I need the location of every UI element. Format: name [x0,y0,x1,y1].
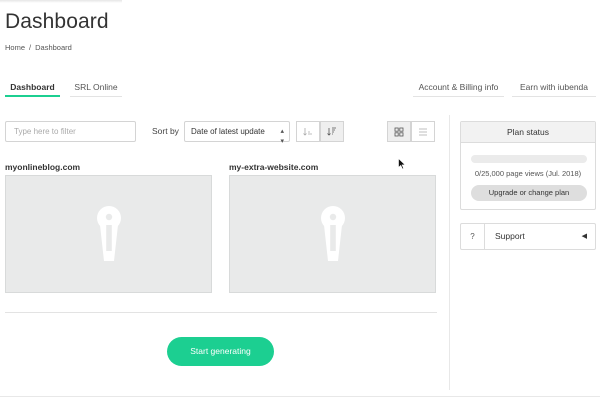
tab-account-billing[interactable]: Account & Billing info [413,77,504,97]
page-views-progress-bar [471,155,587,163]
support-panel[interactable]: ? Support ◀ [460,223,596,250]
iubenda-keyhole-logo [96,206,121,261]
site-name[interactable]: myonlineblog.com [5,162,80,172]
tab-dashboard[interactable]: Dashboard [5,77,60,97]
filter-input[interactable] [5,121,136,142]
sort-label: Sort by [152,126,179,136]
sort-ascending-button[interactable] [296,121,320,142]
grid-view-icon [394,127,404,136]
iubenda-keyhole-logo [320,206,345,261]
site-thumbnail[interactable] [229,175,436,293]
page-title: Dashboard [5,10,109,33]
content-divider [5,312,437,313]
list-view-button[interactable] [411,121,435,142]
plan-status-title: Plan status [461,122,595,143]
upgrade-plan-button[interactable]: Upgrade or change plan [471,185,587,201]
sidebar-divider [449,115,450,390]
tab-earn-with-iubenda[interactable]: Earn with iubenda [512,77,596,97]
page-views-text: 0/25,000 page views (Jul. 2018) [474,169,582,178]
grid-view-button[interactable] [387,121,411,142]
site-thumbnail[interactable] [5,175,212,293]
site-name[interactable]: my-extra-website.com [229,162,318,172]
sort-descending-button[interactable] [320,121,344,142]
list-view-icon [419,128,427,135]
help-icon: ? [461,224,485,249]
sort-descending-icon [327,127,336,136]
start-generating-button[interactable]: Start generating [167,337,274,366]
caret-left-icon[interactable]: ◀ [582,224,587,249]
footer-divider [0,396,600,397]
plan-status-panel: Plan status 0/25,000 page views (Jul. 20… [460,121,596,210]
sort-ascending-icon [303,128,312,136]
breadcrumb: Home / Dashboard [5,43,72,52]
mouse-cursor-icon [398,158,406,170]
tab-srl-online[interactable]: SRL Online [70,77,122,97]
breadcrumb-current: Dashboard [35,43,72,52]
top-shadow [0,0,122,3]
sort-select-value: Date of latest update [191,127,265,136]
sort-select[interactable]: Date of latest update ▴ ▾ [184,121,290,145]
breadcrumb-home[interactable]: Home [5,43,25,52]
up-down-caret-icon: ▴ ▾ [280,128,284,145]
support-label: Support [495,231,525,241]
breadcrumb-separator: / [29,43,32,52]
